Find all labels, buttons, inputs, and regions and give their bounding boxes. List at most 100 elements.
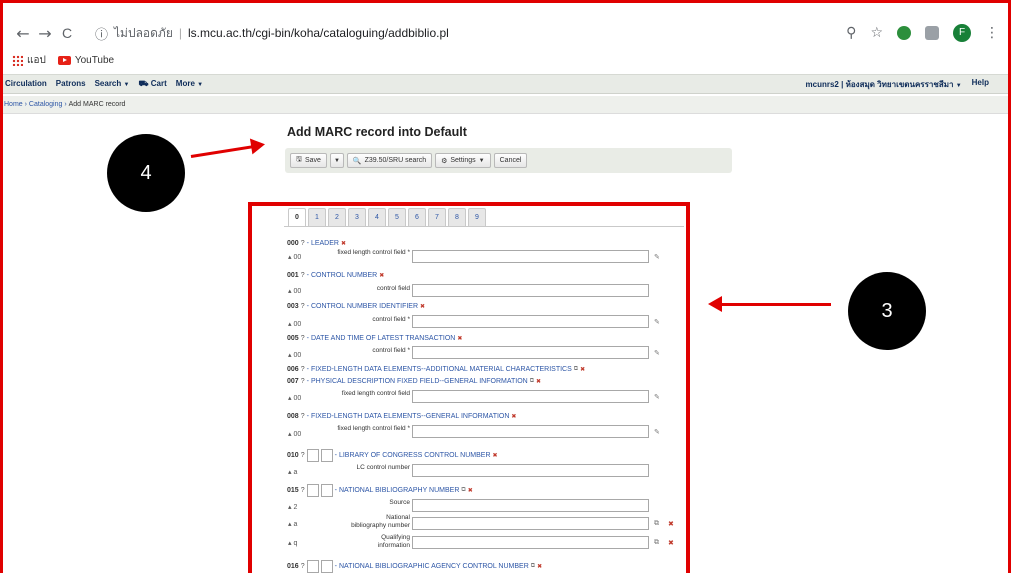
bookmark-youtube[interactable]: YouTube bbox=[57, 55, 114, 66]
cancel-button[interactable]: Cancel bbox=[493, 153, 528, 168]
delete-field-icon[interactable]: ✖ bbox=[420, 303, 425, 310]
zoom-icon[interactable]: ⚲ bbox=[846, 25, 856, 41]
field-name[interactable]: NATIONAL BIBLIOGRAPHY NUMBER bbox=[339, 487, 459, 494]
annotation-marker-4: 4 bbox=[107, 134, 185, 212]
control-number-input[interactable] bbox=[412, 284, 649, 297]
delete-field-icon[interactable]: ✖ bbox=[468, 487, 473, 494]
physical-description-input[interactable] bbox=[412, 390, 649, 403]
search-icon: 🔍 bbox=[352, 157, 362, 165]
qualifying-information-input[interactable] bbox=[412, 536, 649, 549]
leader-input[interactable] bbox=[412, 250, 649, 263]
indicator-2-input[interactable] bbox=[320, 560, 333, 573]
repeat-field-icon[interactable]: ⧉ bbox=[530, 378, 534, 385]
nav-patrons[interactable]: Patrons bbox=[56, 79, 86, 89]
indicator-2-input[interactable] bbox=[320, 449, 333, 462]
repeat-subfield-icon[interactable]: ⧉ bbox=[654, 520, 659, 528]
field-name[interactable]: DATE AND TIME OF LATEST TRANSACTION bbox=[311, 335, 455, 342]
delete-field-icon[interactable]: ✖ bbox=[457, 335, 462, 342]
repeat-field-icon[interactable]: ⧉ bbox=[461, 487, 465, 494]
help-icon[interactable]: ? bbox=[301, 563, 305, 570]
nav-cart[interactable]: ⛟ Cart bbox=[138, 79, 166, 89]
help-icon[interactable]: ? bbox=[301, 452, 305, 459]
info-icon[interactable]: ⓘ bbox=[95, 24, 108, 43]
delete-subfield-icon[interactable]: ✖ bbox=[668, 539, 674, 547]
delete-field-icon[interactable]: ✖ bbox=[537, 563, 542, 570]
bookmark-apps[interactable]: แอป bbox=[12, 53, 46, 68]
extension-icon-2[interactable] bbox=[925, 26, 939, 40]
url-text[interactable]: ls.mcu.ac.th/cgi-bin/koha/cataloguing/ad… bbox=[188, 26, 449, 40]
help-icon[interactable]: ? bbox=[301, 366, 305, 373]
field-name[interactable]: FIXED-LENGTH DATA ELEMENTS--GENERAL INFO… bbox=[311, 413, 509, 420]
z3950-search-button[interactable]: 🔍 Z39.50/SRU search bbox=[346, 153, 433, 168]
help-icon[interactable]: ? bbox=[301, 272, 305, 279]
reload-button[interactable]: C bbox=[56, 25, 78, 41]
tab-3[interactable]: 3 bbox=[348, 208, 366, 226]
save-options-button[interactable]: ▼ bbox=[329, 153, 344, 168]
edit-plugin-icon[interactable]: ✎ bbox=[654, 318, 660, 326]
field-name[interactable]: FIXED-LENGTH DATA ELEMENTS--ADDITIONAL M… bbox=[311, 366, 572, 373]
lc-control-number-input[interactable] bbox=[412, 464, 649, 477]
indicator-1-input[interactable] bbox=[306, 484, 319, 497]
tab-2[interactable]: 2 bbox=[328, 208, 346, 226]
nav-more[interactable]: More ▼ bbox=[176, 79, 203, 89]
help-icon[interactable]: ? bbox=[301, 240, 305, 247]
forward-button[interactable]: → bbox=[34, 24, 56, 43]
tab-8[interactable]: 8 bbox=[448, 208, 466, 226]
help-icon[interactable]: ? bbox=[301, 303, 305, 310]
field-name[interactable]: PHYSICAL DESCRIPTION FIXED FIELD--GENERA… bbox=[311, 378, 528, 385]
field-name[interactable]: NATIONAL BIBLIOGRAPHIC AGENCY CONTROL NU… bbox=[339, 563, 529, 570]
fixed-length-data-input[interactable] bbox=[412, 425, 649, 438]
repeat-field-icon[interactable]: ⧉ bbox=[574, 366, 578, 373]
delete-field-icon[interactable]: ✖ bbox=[379, 272, 384, 279]
extension-icon[interactable] bbox=[897, 26, 911, 40]
delete-field-icon[interactable]: ✖ bbox=[536, 378, 541, 385]
field-name[interactable]: CONTROL NUMBER bbox=[311, 272, 377, 279]
delete-field-icon[interactable]: ✖ bbox=[341, 240, 346, 247]
source-input[interactable] bbox=[412, 499, 649, 512]
repeat-field-icon[interactable]: ⧉ bbox=[531, 563, 535, 570]
edit-plugin-icon[interactable]: ✎ bbox=[654, 428, 660, 436]
save-button[interactable]: 🖫 Save bbox=[290, 153, 327, 168]
nav-search[interactable]: Search ▼ bbox=[95, 79, 130, 89]
transaction-date-input[interactable] bbox=[412, 346, 649, 359]
field-name[interactable]: LEADER bbox=[311, 240, 339, 247]
help-icon[interactable]: ? bbox=[301, 378, 305, 385]
indicator-1-input[interactable] bbox=[306, 560, 319, 573]
library-name: ห้องสมุด วิทยาเขตนครราชสีมา bbox=[845, 79, 954, 89]
bookmark-star-icon[interactable]: ☆ bbox=[870, 25, 883, 41]
user-menu[interactable]: mcunrs2 | ห้องสมุด วิทยาเขตนครราชสีมา ▼ bbox=[806, 78, 962, 91]
address-bar[interactable]: ⓘ ไม่ปลอดภัย | ls.mcu.ac.th/cgi-bin/koha… bbox=[95, 18, 449, 48]
breadcrumb-home[interactable]: Home bbox=[4, 101, 23, 108]
edit-plugin-icon[interactable]: ✎ bbox=[654, 253, 660, 261]
indicator-1-input[interactable] bbox=[306, 449, 319, 462]
tab-6[interactable]: 6 bbox=[408, 208, 426, 226]
delete-field-icon[interactable]: ✖ bbox=[580, 366, 585, 373]
help-icon[interactable]: ? bbox=[301, 335, 305, 342]
tab-0[interactable]: 0 bbox=[288, 208, 306, 226]
repeat-subfield-icon[interactable]: ⧉ bbox=[654, 539, 659, 547]
tab-4[interactable]: 4 bbox=[368, 208, 386, 226]
edit-plugin-icon[interactable]: ✎ bbox=[654, 349, 660, 357]
tab-1[interactable]: 1 bbox=[308, 208, 326, 226]
national-bibliography-number-input[interactable] bbox=[412, 517, 649, 530]
delete-subfield-icon[interactable]: ✖ bbox=[668, 520, 674, 528]
field-name[interactable]: CONTROL NUMBER IDENTIFIER bbox=[311, 303, 418, 310]
tab-9[interactable]: 9 bbox=[468, 208, 486, 226]
edit-plugin-icon[interactable]: ✎ bbox=[654, 393, 660, 401]
control-number-identifier-input[interactable] bbox=[412, 315, 649, 328]
settings-button[interactable]: ⚙ Settings ▼ bbox=[435, 153, 491, 168]
indicator-2-input[interactable] bbox=[320, 484, 333, 497]
field-name[interactable]: LIBRARY OF CONGRESS CONTROL NUMBER bbox=[339, 452, 491, 459]
menu-icon[interactable]: ⋮ bbox=[985, 25, 999, 41]
breadcrumb-cataloging[interactable]: Cataloging bbox=[29, 101, 62, 108]
profile-avatar[interactable]: F bbox=[953, 24, 971, 42]
delete-field-icon[interactable]: ✖ bbox=[511, 413, 516, 420]
tab-5[interactable]: 5 bbox=[388, 208, 406, 226]
nav-circulation[interactable]: Circulation bbox=[5, 79, 47, 89]
delete-field-icon[interactable]: ✖ bbox=[493, 452, 498, 459]
help-link[interactable]: Help bbox=[972, 78, 989, 91]
back-button[interactable]: ← bbox=[12, 24, 34, 43]
help-icon[interactable]: ? bbox=[301, 413, 305, 420]
help-icon[interactable]: ? bbox=[301, 487, 305, 494]
tab-7[interactable]: 7 bbox=[428, 208, 446, 226]
